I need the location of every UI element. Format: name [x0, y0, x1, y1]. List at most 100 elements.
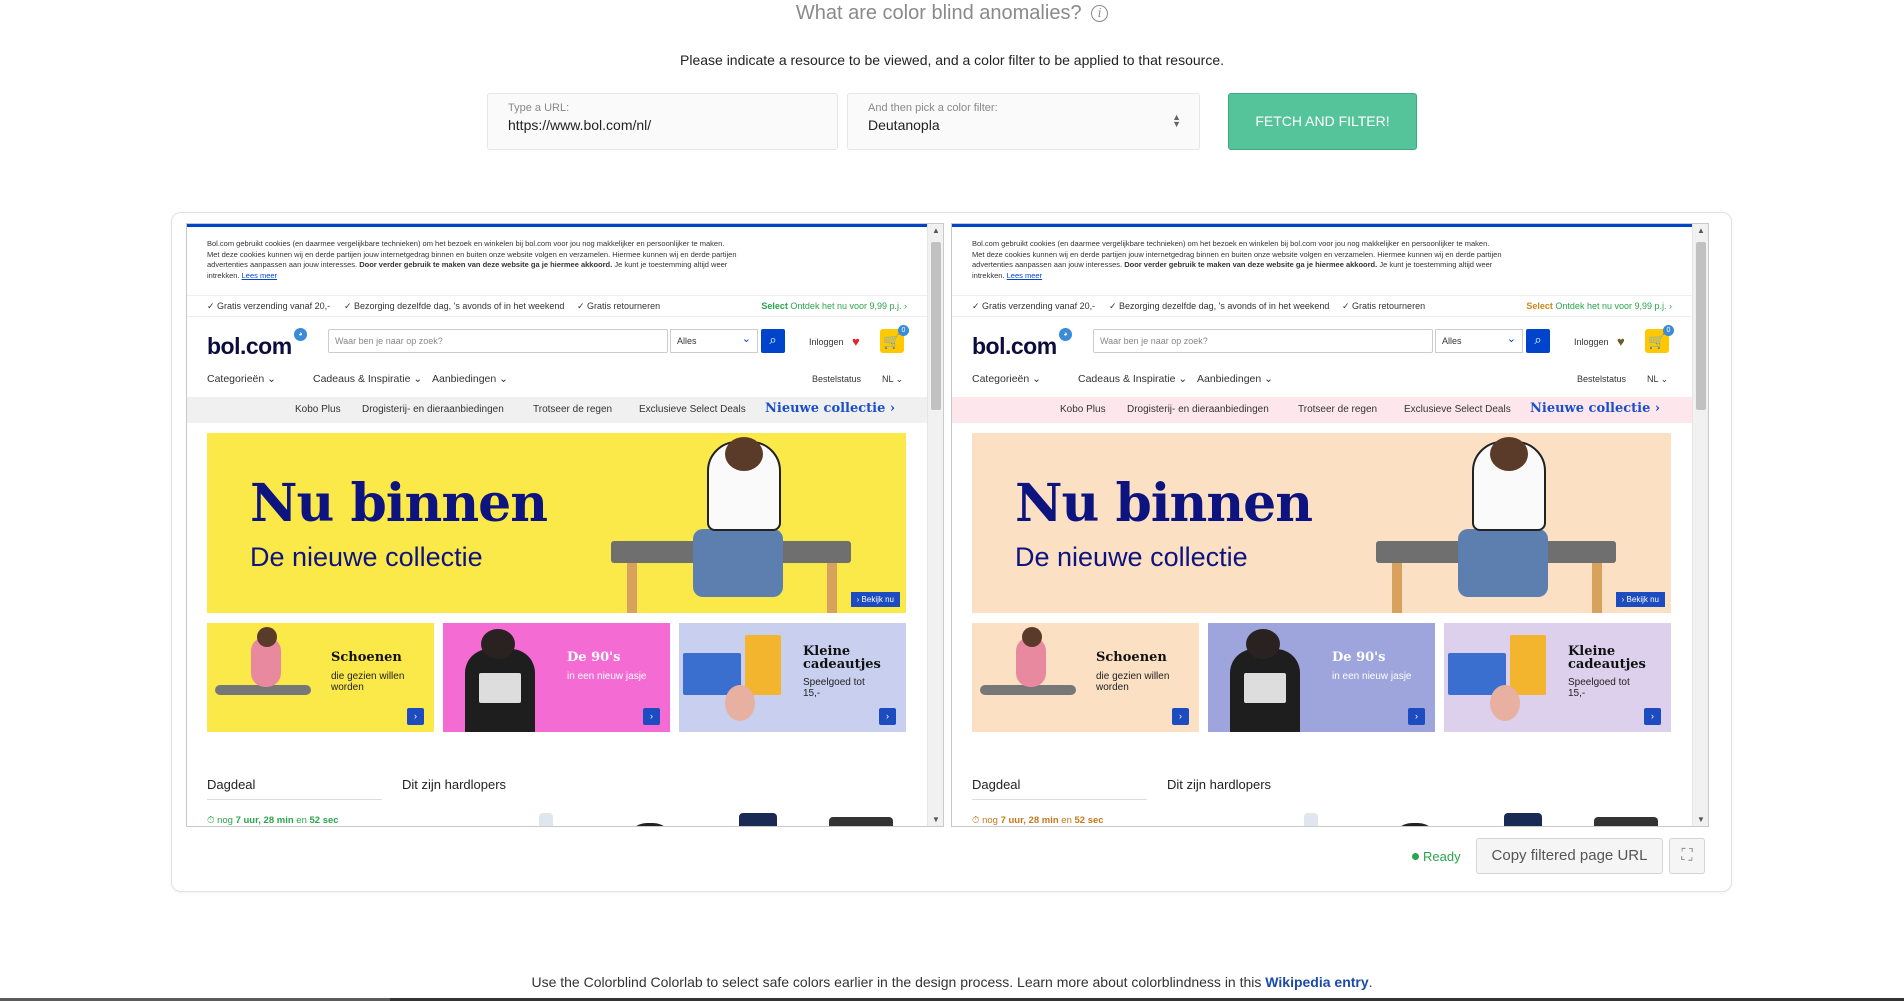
page-title: What are color blind anomalies? i [0, 2, 1904, 25]
status-dot [1412, 853, 1419, 860]
chevron-right-icon[interactable]: › [1644, 708, 1661, 725]
scrollbar[interactable]: ▲ ▼ [1692, 224, 1708, 826]
strip-link[interactable]: Drogisterij- en dieraanbiedingen [1127, 404, 1269, 415]
strip-link-new-collection[interactable]: Nieuwe collectie › [765, 401, 895, 416]
cookie-link[interactable]: Lees meer [242, 271, 277, 280]
tile-image [443, 623, 556, 732]
scroll-down-icon[interactable]: ▼ [1693, 815, 1708, 824]
copy-filtered-url-button[interactable]: Copy filtered page URL [1476, 838, 1663, 874]
usp-item: ✓ Gratis verzending vanaf 20,- [972, 301, 1096, 311]
scroll-thumb[interactable] [1696, 242, 1706, 410]
strip-link[interactable]: Kobo Plus [295, 404, 341, 415]
original-frame[interactable]: Bol.com gebruikt cookies (en daarmee ver… [186, 223, 944, 827]
promo-tiles: Schoenen die gezien willen worden › De 9… [972, 623, 1671, 732]
filter-select[interactable]: And then pick a color filter: Deutanopla… [847, 93, 1200, 150]
product-image [1594, 817, 1658, 826]
tile-shoes[interactable]: Schoenen die gezien willen worden › [207, 623, 434, 732]
tile-90s[interactable]: De 90's in een nieuw jasje › [1208, 623, 1435, 732]
search-icon[interactable]: ⌕ [761, 329, 785, 353]
scrollbar[interactable]: ▲ ▼ [927, 224, 943, 826]
usp-bar: ✓ Gratis verzending vanaf 20,- ✓ Bezorgi… [187, 295, 927, 317]
search-box[interactable]: Waar ben je naar op zoek? Alles [1093, 329, 1523, 353]
hero-cta[interactable]: › Bekijk nu [1615, 592, 1665, 607]
heart-icon[interactable]: ♥ [1617, 335, 1625, 348]
hero-banner[interactable]: Nu binnen De nieuwe collectie › Bekijk n… [207, 433, 906, 613]
chevron-right-icon[interactable]: › [879, 708, 896, 725]
wikipedia-link[interactable]: Wikipedia entry [1265, 974, 1368, 990]
filtered-frame[interactable]: Bol.com gebruikt cookies (en daarmee ver… [951, 223, 1709, 827]
product-image [1304, 813, 1318, 826]
chevron-right-icon[interactable]: › [1408, 708, 1425, 725]
login-link[interactable]: Inloggen [1574, 337, 1609, 347]
usp-item: ✓ Gratis retourneren [1342, 301, 1426, 311]
nav-language[interactable]: NL ⌄ [1647, 374, 1668, 385]
page-title-text: What are color blind anomalies? [795, 2, 1082, 24]
strip-link[interactable]: Exclusieve Select Deals [1404, 404, 1511, 415]
nav-language[interactable]: NL ⌄ [882, 374, 903, 385]
cookie-notice: Bol.com gebruikt cookies (en daarmee ver… [972, 239, 1502, 281]
hero-subtitle: De nieuwe collectie [250, 542, 483, 572]
login-link[interactable]: Inloggen [809, 337, 844, 347]
search-box[interactable]: Waar ben je naar op zoek? Alles [328, 329, 758, 353]
filtered-page: Bol.com gebruikt cookies (en daarmee ver… [952, 224, 1692, 826]
logo[interactable]: bol.com [207, 333, 292, 360]
chevron-right-icon[interactable]: › [643, 708, 660, 725]
strip-link[interactable]: Exclusieve Select Deals [639, 404, 746, 415]
tile-text: in een nieuw jasje [1332, 671, 1412, 682]
info-icon[interactable]: i [1091, 5, 1109, 22]
nav-order-status[interactable]: Bestelstatus [812, 374, 861, 384]
timer-prefix: nog [217, 815, 233, 826]
fetch-and-filter-button[interactable]: FETCH AND FILTER! [1228, 93, 1417, 150]
tile-gifts[interactable]: Kleine cadeautjes Speelgoed tot 15,- › [679, 623, 906, 732]
strip-link[interactable]: Trotseer de regen [1298, 404, 1377, 415]
strip-link-new-collection[interactable]: Nieuwe collectie › [1530, 401, 1660, 416]
category-select[interactable]: Alles [1435, 329, 1523, 353]
hero-cta[interactable]: › Bekijk nu [850, 592, 900, 607]
heart-icon[interactable]: ♥ [852, 335, 860, 348]
person-legs [693, 529, 783, 597]
nav-gifts[interactable]: Cadeaus & Inspiratie ⌄ [1078, 373, 1187, 385]
status-indicator: Ready [1412, 849, 1461, 864]
cookie-link[interactable]: Lees meer [1007, 271, 1042, 280]
scroll-down-icon[interactable]: ▼ [928, 815, 943, 824]
filter-value[interactable]: Deutanopla [868, 117, 1179, 133]
tile-gifts[interactable]: Kleine cadeautjes Speelgoed tot 15,- › [1444, 623, 1671, 732]
category-select[interactable]: Alles [670, 329, 758, 353]
usp-select[interactable]: Select Ontdek het nu voor 9,99 p.j. › [761, 301, 907, 311]
url-field[interactable]: Type a URL: https://www.bol.com/nl/ [487, 93, 838, 150]
logo[interactable]: bol.com [972, 333, 1057, 360]
search-input[interactable]: Waar ben je naar op zoek? [335, 336, 443, 346]
nav-gifts[interactable]: Cadeaus & Inspiratie ⌄ [313, 373, 422, 385]
person-head [1490, 437, 1528, 471]
usp-select[interactable]: Select Ontdek het nu voor 9,99 p.j. › [1526, 301, 1672, 311]
timer-prefix: nog [982, 815, 998, 826]
strip-link[interactable]: Drogisterij- en dieraanbiedingen [362, 404, 504, 415]
strip-link[interactable]: Trotseer de regen [533, 404, 612, 415]
tile-shoes[interactable]: Schoenen die gezien willen worden › [972, 623, 1199, 732]
hero-banner[interactable]: Nu binnen De nieuwe collectie › Bekijk n… [972, 433, 1671, 613]
hardlopers-heading: Dit zijn hardlopers [402, 777, 507, 792]
scroll-up-icon[interactable]: ▲ [1693, 226, 1708, 235]
divider [207, 799, 382, 800]
expand-icon[interactable]: ⛶ [1669, 838, 1705, 874]
scroll-up-icon[interactable]: ▲ [928, 226, 943, 235]
nav-order-status[interactable]: Bestelstatus [1577, 374, 1626, 384]
nav-deals[interactable]: Aanbiedingen ⌄ [1197, 373, 1273, 385]
search-icon[interactable]: ⌕ [1526, 329, 1550, 353]
product-image [1392, 823, 1438, 826]
tile-90s[interactable]: De 90's in een nieuw jasje › [443, 623, 670, 732]
scroll-thumb[interactable] [931, 242, 941, 410]
strip-link[interactable]: Kobo Plus [1060, 404, 1106, 415]
nav-categories[interactable]: Categorieën ⌄ [207, 373, 276, 385]
chevron-right-icon[interactable]: › [1172, 708, 1189, 725]
product-image [829, 817, 893, 826]
tile-text: Speelgoed tot 15,- [803, 677, 865, 699]
tile-title: Schoenen [1096, 650, 1167, 665]
chevron-right-icon[interactable]: › [407, 708, 424, 725]
search-input[interactable]: Waar ben je naar op zoek? [1100, 336, 1208, 346]
url-input[interactable]: https://www.bol.com/nl/ [508, 117, 817, 133]
nav-deals[interactable]: Aanbiedingen ⌄ [432, 373, 508, 385]
tile-image [972, 623, 1085, 732]
nav-categories[interactable]: Categorieën ⌄ [972, 373, 1041, 385]
tile-text: die gezien willen worden [1096, 671, 1170, 693]
